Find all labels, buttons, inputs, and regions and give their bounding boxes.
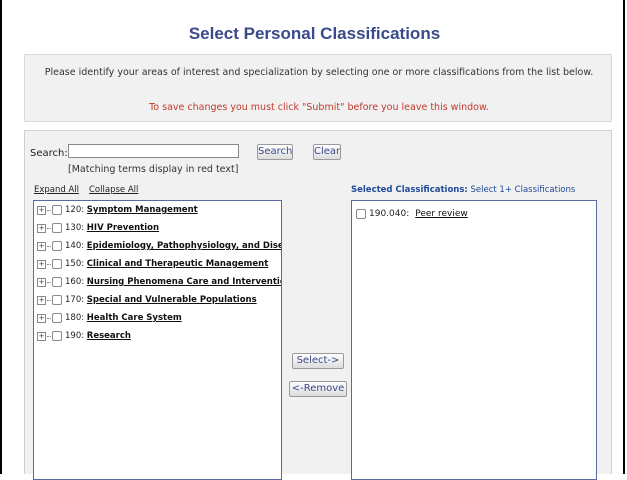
tree-item-name[interactable]: Health Care System bbox=[87, 313, 182, 323]
tree-item[interactable]: +180: Health Care System bbox=[37, 313, 182, 325]
tree-item-name[interactable]: Special and Vulnerable Populations bbox=[87, 295, 257, 305]
expand-icon[interactable]: + bbox=[37, 331, 46, 341]
expand-icon[interactable]: + bbox=[37, 295, 46, 305]
tree-connector bbox=[47, 263, 51, 265]
tree-item-code: 140: bbox=[65, 241, 85, 251]
expand-all-link[interactable]: Expand All bbox=[34, 185, 79, 195]
instructions-panel: Please identify your areas of interest a… bbox=[24, 54, 612, 122]
expand-icon[interactable]: + bbox=[37, 277, 46, 287]
selected-heading-hint: Select 1+ Classifications bbox=[470, 185, 576, 195]
tree-item[interactable]: +150: Clinical and Therapeutic Managemen… bbox=[37, 259, 268, 271]
checkbox[interactable] bbox=[52, 295, 62, 305]
tree-connector bbox=[47, 227, 51, 229]
tree-item[interactable]: +170: Special and Vulnerable Populations bbox=[37, 295, 257, 307]
tree-item[interactable]: +130: HIV Prevention bbox=[37, 223, 159, 235]
checkbox[interactable] bbox=[52, 313, 62, 323]
tree-connector bbox=[47, 335, 51, 337]
tree-connector bbox=[47, 299, 51, 301]
tree-item-name[interactable]: Epidemiology, Pathophysiology, and Disea… bbox=[87, 241, 281, 251]
tree-item-name[interactable]: Research bbox=[87, 331, 131, 341]
tree-item[interactable]: +190: Research bbox=[37, 331, 131, 343]
page-title: Select Personal Classifications bbox=[188, 24, 441, 43]
checkbox[interactable] bbox=[356, 209, 366, 219]
remove-button[interactable]: <-Remove bbox=[289, 381, 347, 397]
tree-item-code: 160: bbox=[65, 277, 85, 287]
window-frame: Select Personal Classifications Please i… bbox=[0, 0, 625, 480]
search-hint: [Matching terms display in red text] bbox=[68, 164, 239, 175]
tree-connector bbox=[47, 245, 51, 247]
tree-item[interactable]: +120: Symptom Management bbox=[37, 205, 198, 217]
checkbox[interactable] bbox=[52, 205, 62, 215]
expand-icon[interactable]: + bbox=[37, 223, 46, 233]
tree-connector bbox=[47, 317, 51, 319]
collapse-all-link[interactable]: Collapse All bbox=[89, 185, 138, 195]
checkbox[interactable] bbox=[52, 277, 62, 287]
select-button[interactable]: Select-> bbox=[292, 353, 344, 369]
save-warning-text: To save changes you must click "Submit" … bbox=[149, 102, 489, 113]
checkbox[interactable] bbox=[52, 259, 62, 269]
instructions-text: Please identify your areas of interest a… bbox=[44, 67, 594, 78]
selected-classifications-heading: Selected Classifications: Select 1+ Clas… bbox=[351, 185, 575, 195]
tree-item-code: 180: bbox=[65, 313, 85, 323]
checkbox[interactable] bbox=[52, 331, 62, 341]
clear-button[interactable]: Clear bbox=[313, 144, 341, 160]
tree-item[interactable]: +160: Nursing Phenomena Care and Interve… bbox=[37, 277, 281, 289]
tree-connector bbox=[47, 281, 51, 283]
tree-item-name[interactable]: Symptom Management bbox=[87, 205, 198, 215]
selected-heading-label: Selected Classifications: bbox=[351, 185, 468, 195]
tree-item-name[interactable]: Nursing Phenomena Care and Interventions bbox=[87, 277, 281, 287]
search-label: Search: bbox=[30, 148, 68, 159]
tree-item-code: 120: bbox=[65, 205, 85, 215]
tree-item-name[interactable]: Clinical and Therapeutic Management bbox=[87, 259, 269, 269]
search-input[interactable] bbox=[68, 144, 239, 158]
tree-item-name[interactable]: HIV Prevention bbox=[87, 223, 159, 233]
tree-connector bbox=[47, 209, 51, 211]
classification-tree[interactable]: +120: Symptom Management +130: HIV Preve… bbox=[33, 200, 282, 480]
checkbox[interactable] bbox=[52, 223, 62, 233]
selected-item-name[interactable]: Peer review bbox=[415, 209, 468, 219]
tree-item-code: 190: bbox=[65, 331, 85, 341]
tree-item-code: 170: bbox=[65, 295, 85, 305]
expand-icon[interactable]: + bbox=[37, 205, 46, 215]
tree-item-code: 150: bbox=[65, 259, 85, 269]
selected-classifications-list[interactable]: 190.040: Peer review bbox=[351, 200, 597, 480]
expand-icon[interactable]: + bbox=[37, 259, 46, 269]
expand-icon[interactable]: + bbox=[37, 241, 46, 251]
checkbox[interactable] bbox=[52, 241, 62, 251]
selected-item-code: 190.040: bbox=[369, 209, 410, 219]
classification-panel: Search: Search Clear [Matching terms dis… bbox=[24, 130, 612, 480]
selected-item[interactable]: 190.040: Peer review bbox=[356, 209, 468, 220]
tree-item-code: 130: bbox=[65, 223, 85, 233]
expand-icon[interactable]: + bbox=[37, 313, 46, 323]
tree-item[interactable]: +140: Epidemiology, Pathophysiology, and… bbox=[37, 241, 281, 253]
search-button[interactable]: Search bbox=[257, 144, 293, 160]
